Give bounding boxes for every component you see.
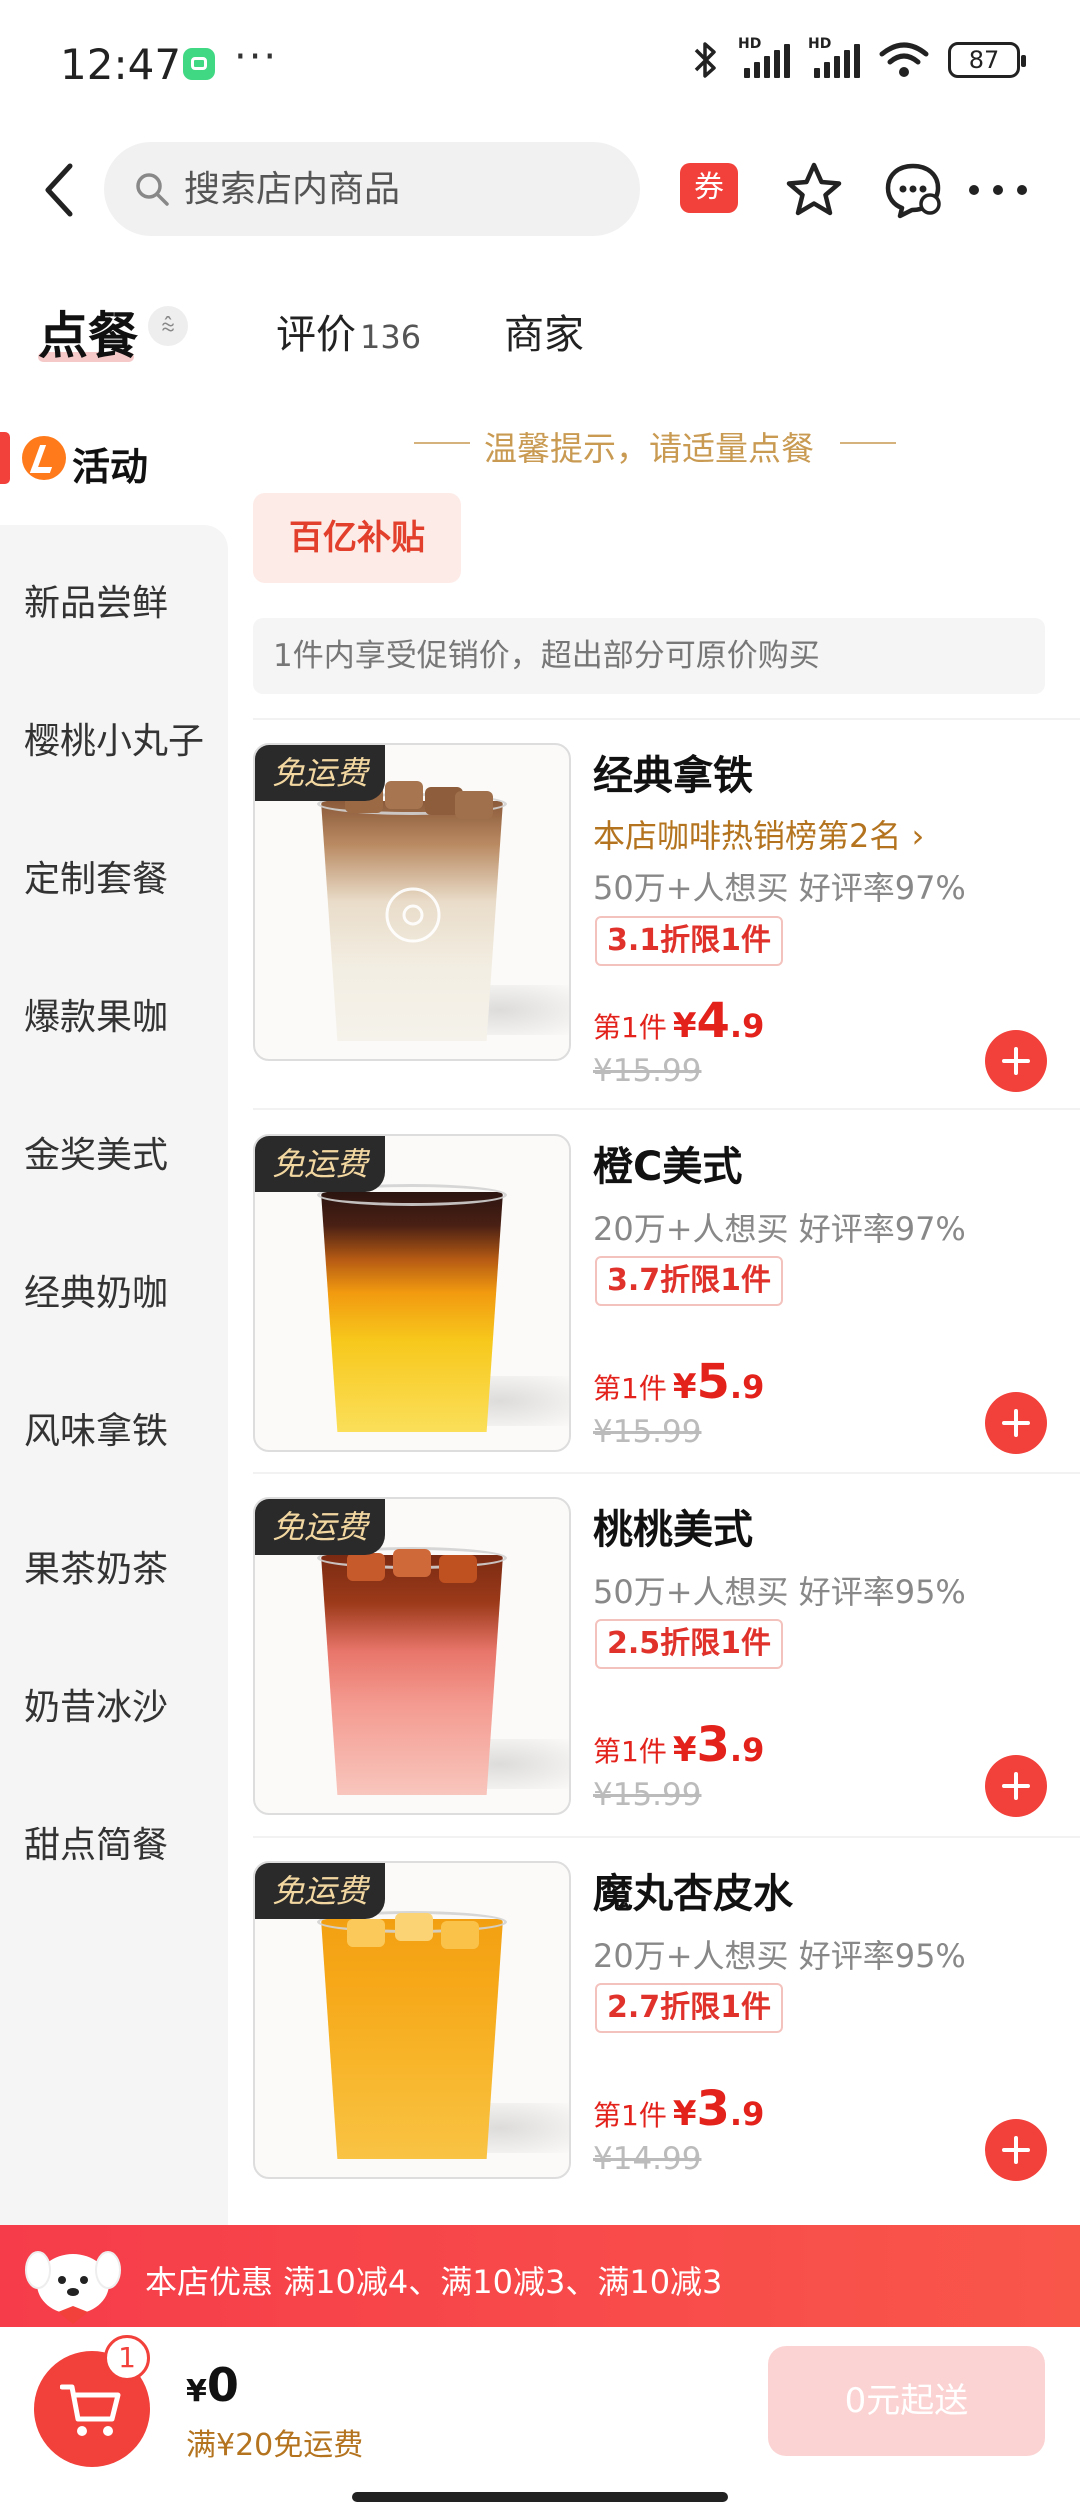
original-price: ¥15.99 [593, 1777, 702, 1813]
collapse-icon[interactable]: ⩯ [148, 306, 188, 346]
free-shipping-tag: 免运费 [255, 745, 385, 801]
original-price: ¥15.99 [593, 1053, 702, 1089]
price: 第1件 ¥3.9 [593, 1717, 765, 1773]
app-notification-icon [183, 48, 215, 80]
more-notifications-icon: ··· [234, 34, 279, 80]
price: 第1件 ¥3.9 [593, 2081, 765, 2137]
product-stats: 20万+人想买 好评率97% [593, 1210, 966, 1248]
sidebar-item[interactable]: 奶昔冰沙 [24, 1678, 168, 1730]
product-name: 橙C美式 [593, 1144, 743, 1190]
tab-reviews-label: 评价 [276, 312, 356, 358]
divider [253, 718, 1080, 720]
product-card[interactable]: 免运费 魔丸杏皮水 20万+人想买 好评率95% 2.7折限1件 第1件 ¥3.9… [253, 1861, 1080, 2224]
product-card[interactable]: 免运费 橙C美式 20万+人想买 好评率97% 3.7折限1件 第1件 ¥5.9 … [253, 1134, 1080, 1497]
cell-signal-1-icon: HD [738, 36, 790, 78]
tab-merchant[interactable]: 商家 [504, 302, 584, 360]
sidebar-item[interactable]: 爆款果咖 [24, 988, 168, 1040]
sidebar-active-indicator [0, 432, 10, 484]
discount-badge: 2.7折限1件 [595, 1983, 784, 2033]
reviews-count: 136 [360, 318, 422, 356]
discount-badge: 3.7折限1件 [595, 1256, 784, 1306]
shopping-cart-icon [60, 2384, 121, 2436]
status-time: 12:47 [60, 40, 182, 89]
tab-reviews[interactable]: 评价 136 [276, 302, 421, 360]
app-root: 12:47 ··· HD HD 87 券 点餐 ⩯ 评价136 商家 活动 新品… [0, 0, 1080, 2520]
status-bar: 12:47 ··· HD HD 87 [0, 0, 1080, 130]
product-image[interactable]: 免运费 [253, 1134, 571, 1452]
sidebar-item[interactable]: 经典奶咖 [24, 1264, 168, 1316]
discount-badge: 2.5折限1件 [595, 1619, 784, 1669]
product-stats: 50万+人想买 好评率95% [593, 1573, 966, 1611]
discount-badge: 3.1折限1件 [595, 916, 784, 966]
sidebar-item[interactable]: 定制套餐 [24, 850, 168, 902]
cart-count-badge: 1 [104, 2335, 150, 2381]
rank-link[interactable]: 本店咖啡热销榜第2名 › [593, 811, 924, 857]
add-to-cart-button[interactable] [985, 1755, 1047, 1817]
tab-order[interactable]: 点餐 [38, 296, 138, 368]
coupon-button[interactable]: 券 [680, 163, 738, 213]
cart-total: ¥0 [186, 2358, 239, 2412]
customer-service-icon[interactable] [882, 160, 944, 222]
sidebar-item[interactable]: 果茶奶茶 [24, 1540, 168, 1592]
favorite-star-icon[interactable] [784, 160, 844, 220]
search-box[interactable] [104, 142, 640, 236]
product-name: 桃桃美式 [593, 1507, 753, 1553]
status-icons: HD HD 87 [690, 36, 1026, 80]
cell-signal-2-icon: HD [808, 36, 860, 78]
product-stats: 50万+人想买 好评率97% [593, 869, 966, 907]
more-options-icon[interactable] [966, 178, 1030, 202]
free-shipping-threshold: 满¥20免运费 [186, 2428, 364, 2463]
free-shipping-tag: 免运费 [255, 1863, 385, 1919]
sidebar-item[interactable]: 樱桃小丸子 [24, 712, 204, 764]
category-sidebar: 新品尝鲜 樱桃小丸子 定制套餐 爆款果咖 金奖美式 经典奶咖 风味拿铁 果茶奶茶… [0, 525, 228, 2225]
home-indicator[interactable] [352, 2492, 728, 2502]
add-to-cart-button[interactable] [985, 2119, 1047, 2181]
bluetooth-icon [694, 42, 716, 78]
wifi-icon [879, 42, 929, 77]
store-promo-banner[interactable]: 本店优惠 满10减4、满10减3、满10减3 [0, 2225, 1080, 2327]
tip-divider-left [414, 442, 470, 444]
tip-divider-right [840, 442, 896, 444]
product-image[interactable]: 免运费 [253, 1861, 571, 2179]
divider [253, 1836, 1080, 1838]
product-image[interactable]: 免运费 [253, 1497, 571, 1815]
sidebar-item-activity-label: 活动 [72, 445, 149, 489]
price: 第1件 ¥4.9 [593, 993, 765, 1049]
sidebar-item[interactable]: 金奖美式 [24, 1126, 168, 1178]
product-image[interactable]: 免运费 [253, 743, 571, 1061]
checkout-button[interactable]: 0元起送 [768, 2346, 1045, 2456]
product-card[interactable]: 免运费 桃桃美式 50万+人想买 好评率95% 2.5折限1件 第1件 ¥3.9 … [253, 1497, 1080, 1860]
original-price: ¥15.99 [593, 1414, 702, 1450]
search-input[interactable] [184, 142, 624, 236]
free-shipping-tag: 免运费 [255, 1499, 385, 1555]
sidebar-item[interactable]: 甜点简餐 [24, 1816, 168, 1868]
divider [253, 1108, 1080, 1110]
original-price: ¥14.99 [593, 2141, 702, 2177]
activity-flame-icon [22, 436, 66, 480]
search-icon [136, 173, 169, 206]
add-to-cart-button[interactable] [985, 1030, 1047, 1092]
add-to-cart-button[interactable] [985, 1392, 1047, 1454]
divider [253, 1472, 1080, 1474]
tip-text: 温馨提示，请适量点餐 [484, 429, 814, 468]
cup-logo-icon [385, 887, 441, 943]
product-name: 经典拿铁 [593, 753, 753, 799]
subsidy-tag[interactable]: 百亿补贴 [253, 493, 461, 583]
battery-icon: 87 [948, 42, 1026, 78]
product-name: 魔丸杏皮水 [593, 1871, 793, 1917]
promo-text: 本店优惠 满10减4、满10减3、满10减3 [145, 2263, 723, 2301]
sidebar-item[interactable]: 新品尝鲜 [24, 574, 168, 626]
free-shipping-tag: 免运费 [255, 1136, 385, 1192]
promo-notice: 1件内享受促销价，超出部分可原价购买 [253, 618, 1045, 694]
sidebar-item[interactable]: 风味拿铁 [24, 1402, 168, 1454]
product-stats: 20万+人想买 好评率95% [593, 1937, 966, 1975]
back-arrow-icon[interactable] [38, 160, 78, 220]
product-card[interactable]: 免运费 经典拿铁 本店咖啡热销榜第2名 › 50万+人想买 好评率97% 3.1… [253, 743, 1080, 1106]
price: 第1件 ¥5.9 [593, 1354, 765, 1410]
mascot-dog-icon [25, 2251, 121, 2324]
